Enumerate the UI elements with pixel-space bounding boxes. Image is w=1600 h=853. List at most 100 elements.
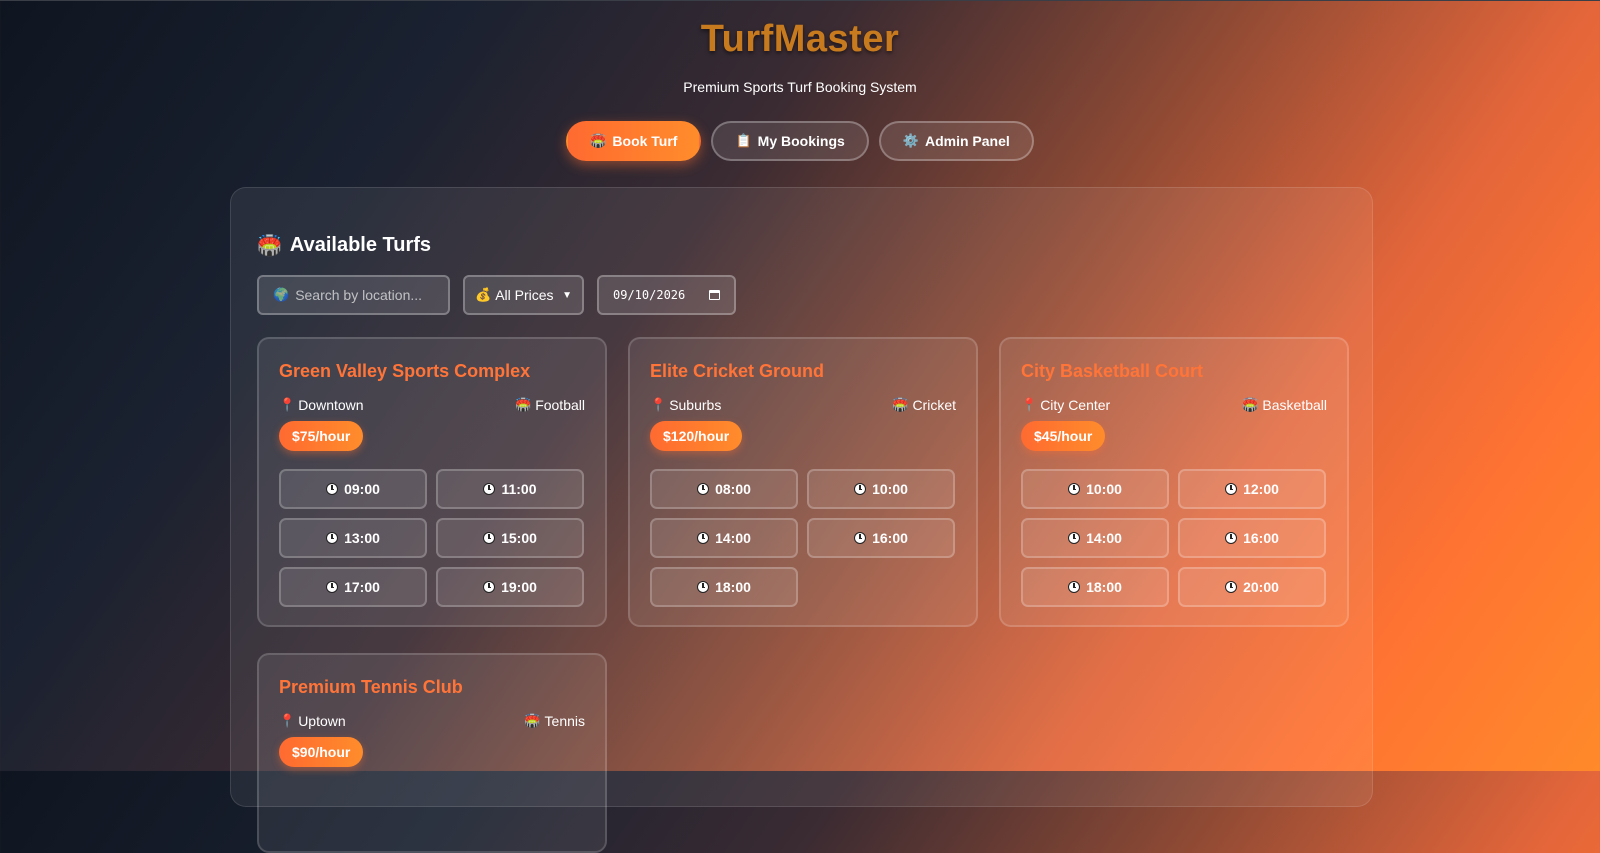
- turf-name: City Basketball Court: [1021, 361, 1204, 381]
- tagline: Premium Sports Turf Booking System: [683, 79, 917, 95]
- date-input[interactable]: 09/10/2026: [597, 275, 736, 315]
- price-badge: $90/hour: [279, 737, 364, 767]
- location-text: Downtown: [298, 397, 364, 413]
- time-slot-button[interactable]: 13:00: [279, 518, 427, 558]
- turf-card: Green Valley Sports Complex 📍 Downtown 🏟…: [257, 337, 607, 627]
- nav-label: My Bookings: [757, 133, 845, 149]
- turf-location: 📍 Downtown: [279, 397, 364, 413]
- window-top-border: [0, 0, 1600, 1]
- money-bag-icon: 💰: [475, 287, 492, 302]
- turf-sport: 🏟️ Tennis: [524, 713, 585, 729]
- turf-sport: 🏟️ Cricket: [892, 397, 956, 413]
- time-slot-button[interactable]: 08:00: [650, 469, 798, 509]
- time-slot-grid: 09:00 11:00 13:00 15:00 17:00 19:00: [279, 469, 584, 607]
- time-slot-button[interactable]: 10:00: [1021, 469, 1169, 509]
- turf-card: City Basketball Court 📍 City Center 🏟️ B…: [999, 337, 1349, 627]
- time-slot-button[interactable]: 10:00: [807, 469, 955, 509]
- stadium-icon: 🏟️: [892, 397, 909, 412]
- time-slot-grid: 08:00 10:00 14:00 16:00 18:00: [650, 469, 955, 607]
- clock-icon: [1225, 581, 1238, 593]
- turf-name: Premium Tennis Club: [279, 677, 463, 697]
- slot-time: 10:00: [872, 481, 908, 497]
- time-slot-button[interactable]: 14:00: [1021, 518, 1169, 558]
- chevron-down-icon: ▼: [562, 289, 572, 301]
- turf-name: Elite Cricket Ground: [650, 361, 825, 381]
- slot-time: 16:00: [872, 530, 908, 546]
- time-slot-button[interactable]: 11:00: [436, 469, 584, 509]
- time-slot-button[interactable]: 16:00: [1178, 518, 1326, 558]
- slot-time: 17:00: [344, 579, 380, 595]
- slot-time: 09:00: [344, 481, 380, 497]
- slot-time: 16:00: [1243, 530, 1279, 546]
- turf-name: Green Valley Sports Complex: [279, 361, 531, 381]
- turf-sport: 🏟️ Football: [515, 397, 585, 413]
- clock-icon: [697, 532, 710, 544]
- clock-icon: [326, 532, 339, 544]
- clock-icon: [854, 532, 867, 544]
- location-text: Suburbs: [669, 397, 722, 413]
- time-slot-button[interactable]: 12:00: [1178, 469, 1326, 509]
- slot-time: 20:00: [1243, 579, 1279, 595]
- time-slot-button[interactable]: 20:00: [1178, 567, 1326, 607]
- sport-text: Basketball: [1262, 397, 1327, 413]
- slot-time: 19:00: [501, 579, 537, 595]
- price-badge: $120/hour: [650, 421, 743, 451]
- location-pin-icon: 📍: [279, 713, 296, 728]
- slot-time: 15:00: [501, 530, 537, 546]
- clock-icon: [483, 581, 496, 593]
- location-pin-icon: 📍: [279, 397, 296, 412]
- nav-label: Book Turf: [612, 133, 678, 149]
- price-badge: $75/hour: [279, 421, 364, 451]
- price-filter-label: All Prices: [495, 287, 554, 303]
- location-search-input[interactable]: 🌍 Search by location...: [257, 275, 450, 315]
- section-title-text: Available Turfs: [289, 234, 432, 256]
- time-slot-button[interactable]: 18:00: [650, 567, 798, 607]
- price-filter-value: 💰 All Prices: [475, 287, 554, 303]
- clock-icon: [326, 581, 339, 593]
- turf-card: Elite Cricket Ground 📍 Suburbs 🏟️ Cricke…: [628, 337, 978, 627]
- time-slot-button[interactable]: 16:00: [807, 518, 955, 558]
- location-text: Uptown: [298, 713, 346, 729]
- nav-my-bookings-button[interactable]: 📋 My Bookings: [711, 121, 869, 161]
- slot-time: 13:00: [344, 530, 380, 546]
- main-nav: 🏟️ Book Turf 📋 My Bookings ⚙️ Admin Pane…: [0, 121, 1600, 161]
- brand-logo: TurfMaster: [700, 18, 900, 60]
- turf-card: Premium Tennis Club 📍 Uptown 🏟️ Tennis $…: [257, 653, 607, 853]
- price-filter-select[interactable]: 💰 All Prices ▼: [463, 275, 584, 315]
- search-placeholder: Search by location...: [295, 287, 423, 303]
- time-slot-button[interactable]: 14:00: [650, 518, 798, 558]
- turf-location: 📍 Uptown: [279, 713, 346, 729]
- clock-icon: [1068, 483, 1081, 495]
- nav-admin-panel-button[interactable]: ⚙️ Admin Panel: [878, 121, 1034, 161]
- sport-text: Cricket: [912, 397, 956, 413]
- slot-time: 14:00: [1086, 530, 1122, 546]
- time-slot-button[interactable]: 15:00: [436, 518, 584, 558]
- stadium-icon: 🏟️: [1242, 397, 1259, 412]
- sport-text: Tennis: [544, 713, 585, 729]
- time-slot-button[interactable]: 17:00: [279, 567, 427, 607]
- slot-time: 12:00: [1243, 481, 1279, 497]
- slot-time: 18:00: [715, 579, 751, 595]
- time-slot-button[interactable]: 09:00: [279, 469, 427, 509]
- turf-location: 📍 City Center: [1021, 397, 1110, 413]
- clock-icon: [1068, 581, 1081, 593]
- clock-icon: [697, 483, 710, 495]
- time-slot-grid: 10:00 12:00 14:00 16:00 18:00 20:00: [1021, 469, 1326, 607]
- nav-book-turf-button[interactable]: 🏟️ Book Turf: [566, 121, 702, 161]
- filter-bar: 🌍 Search by location... 💰 All Prices ▼ 0…: [257, 275, 736, 315]
- time-slot-button[interactable]: 19:00: [436, 567, 584, 607]
- stadium-icon: 🏟️: [257, 235, 282, 257]
- clock-icon: [326, 483, 339, 495]
- time-slot-button[interactable]: 18:00: [1021, 567, 1169, 607]
- slot-time: 11:00: [501, 481, 537, 497]
- clock-icon: [1068, 532, 1081, 544]
- calendar-icon[interactable]: [709, 290, 720, 300]
- slot-time: 14:00: [715, 530, 751, 546]
- price-badge: $45/hour: [1021, 421, 1106, 451]
- sport-text: Football: [535, 397, 585, 413]
- location-pin-icon: 📍: [1021, 397, 1038, 412]
- date-value: 09/10/2026: [613, 288, 686, 302]
- clipboard-icon: 📋: [735, 133, 752, 148]
- stadium-icon: 🏟️: [524, 713, 541, 728]
- stadium-icon: 🏟️: [590, 133, 607, 148]
